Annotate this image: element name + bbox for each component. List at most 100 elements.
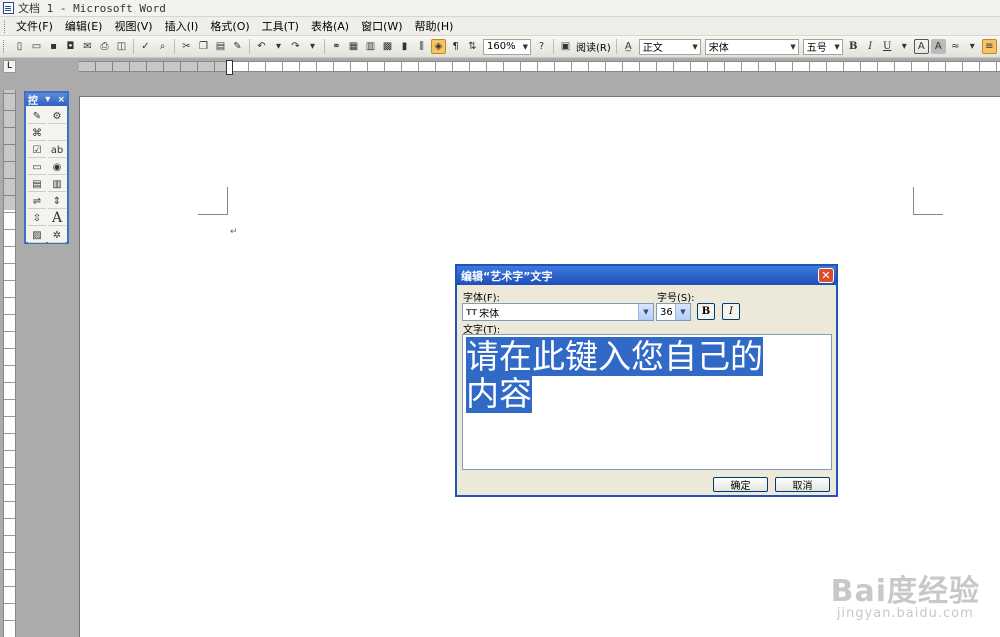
styles-formatting-icon[interactable]: A̲ <box>621 39 636 54</box>
character-shading-button[interactable]: A <box>930 39 946 54</box>
open-folder-icon[interactable]: ▭ <box>29 39 44 54</box>
chevron-down-icon: ▼ <box>790 42 796 51</box>
bold-toggle[interactable]: B <box>697 303 715 320</box>
toolbox-menu-icon[interactable]: ▾ <box>45 94 50 105</box>
spelling-icon[interactable]: ✓ <box>138 39 153 54</box>
print-icon[interactable]: ⎙ <box>97 39 112 54</box>
ruler-track[interactable] <box>79 60 1000 75</box>
design-mode-icon[interactable]: ✎ <box>28 109 46 124</box>
permission-icon[interactable]: ◘ <box>63 39 78 54</box>
help-icon[interactable]: ? <box>534 39 549 54</box>
new-document-icon[interactable]: ▯ <box>12 39 27 54</box>
redo-icon[interactable]: ↷ <box>288 39 303 54</box>
scrollbar-icon[interactable]: ⇳ <box>28 211 46 226</box>
word-document-icon[interactable] <box>3 2 14 14</box>
underline-dropdown-icon[interactable]: ▾ <box>897 39 912 54</box>
chevron-down-icon: ▼ <box>834 42 840 51</box>
more-controls-icon[interactable]: ✲ <box>48 228 66 243</box>
undo-dropdown-icon[interactable]: ▾ <box>271 39 286 54</box>
dialog-titlebar[interactable]: 编辑“艺术字”文字 ✕ <box>457 266 836 285</box>
command-button-icon[interactable]: ▭ <box>28 160 46 175</box>
save-icon[interactable]: ▪ <box>46 39 61 54</box>
menu-table[interactable]: 表格(A) <box>307 18 357 34</box>
style-select[interactable]: 正文 ▼ <box>638 38 701 55</box>
drawing-icon[interactable]: ⫼ <box>414 39 429 54</box>
combobox-icon[interactable]: ▥ <box>48 177 66 192</box>
menu-tools[interactable]: 工具(T) <box>258 18 307 34</box>
watermark-url: jingyan.baidu.com <box>836 606 974 621</box>
paste-icon[interactable]: ▤ <box>213 39 228 54</box>
email-icon[interactable]: ✉ <box>80 39 95 54</box>
paragraph-mark: ↵ <box>230 227 238 237</box>
cancel-button[interactable]: 取消 <box>775 477 830 492</box>
spin-button-icon[interactable]: ⇕ <box>48 194 66 209</box>
listbox-icon[interactable]: ▤ <box>28 177 46 192</box>
phonetic-guide-icon[interactable]: ≈ <box>948 39 963 54</box>
hyperlink-icon[interactable]: ⚭ <box>329 39 344 54</box>
menu-window[interactable]: 窗口(W) <box>357 18 410 34</box>
redo-dropdown-icon[interactable]: ▾ <box>305 39 320 54</box>
read-mode-icon[interactable]: ▣ <box>558 39 573 54</box>
separator <box>615 39 617 54</box>
document-map-icon[interactable]: ◈ <box>431 39 446 54</box>
font-size-select[interactable]: 五号 ▼ <box>802 38 843 55</box>
crop-mark-top-left <box>198 187 228 215</box>
italic-toggle[interactable]: I <box>722 303 740 320</box>
underline-button[interactable]: U <box>880 39 895 54</box>
tables-borders-icon[interactable]: ▦ <box>346 39 361 54</box>
bold-button[interactable]: B <box>846 39 861 54</box>
dialog-size-select[interactable]: 36 ▼ <box>656 303 691 321</box>
wordart-text-input[interactable]: 请在此键入您自己的 内容 <box>462 334 832 470</box>
ok-button[interactable]: 确定 <box>713 477 768 492</box>
read-mode-button[interactable]: 阅读(R) <box>574 39 613 54</box>
control-toolbox-titlebar[interactable]: 控 ▾ × <box>26 93 67 107</box>
tab-selector[interactable]: L <box>3 60 16 73</box>
research-icon[interactable]: ⌕ <box>155 39 170 54</box>
copy-icon[interactable]: ❐ <box>196 39 211 54</box>
chevron-down-icon[interactable]: ▼ <box>675 304 690 320</box>
undo-icon[interactable]: ↶ <box>254 39 269 54</box>
menu-file[interactable]: 文件(F) <box>12 18 61 34</box>
align-icon[interactable]: ≡ <box>981 39 997 54</box>
dialog-title: 编辑“艺术字”文字 <box>461 269 553 283</box>
format-painter-icon[interactable]: ✎ <box>230 39 245 54</box>
separator <box>324 39 325 54</box>
menu-edit[interactable]: 编辑(E) <box>61 18 111 34</box>
menu-insert[interactable]: 插入(I) <box>161 18 207 34</box>
zoom-select[interactable]: 160% ▼ <box>483 38 531 55</box>
character-border-button[interactable]: A <box>913 39 929 54</box>
chevron-down-icon[interactable]: ▼ <box>638 304 653 320</box>
more-icon[interactable]: ⇅ <box>465 39 480 54</box>
toggle-button-icon[interactable]: ⇌ <box>28 194 46 209</box>
menu-format[interactable]: 格式(O) <box>206 18 257 34</box>
toolbox-close-button[interactable]: × <box>57 95 65 105</box>
phonetic-dropdown-icon[interactable]: ▾ <box>965 39 980 54</box>
italic-button[interactable]: I <box>863 39 878 54</box>
menu-view[interactable]: 视图(V) <box>110 18 160 34</box>
toolbar-grip[interactable] <box>3 40 6 53</box>
label-text-button[interactable]: A <box>48 210 66 226</box>
selected-text-line-2: 内容 <box>466 374 828 413</box>
print-preview-icon[interactable]: ◫ <box>114 39 129 54</box>
properties-icon[interactable]: ⚙ <box>48 109 66 124</box>
vertical-ruler[interactable] <box>3 90 16 637</box>
font-select[interactable]: 宋体 ▼ <box>704 38 799 55</box>
insert-table-icon[interactable]: ▥ <box>363 39 378 54</box>
indent-marker[interactable] <box>226 60 233 75</box>
dialog-font-select[interactable]: TT 宋体 ▼ <box>462 303 654 321</box>
view-code-icon[interactable]: ⌘ <box>28 126 46 141</box>
cut-icon[interactable]: ✂ <box>179 39 194 54</box>
menubar-grip[interactable] <box>4 19 7 33</box>
close-icon[interactable]: ✕ <box>818 268 834 283</box>
option-button-icon[interactable]: ◉ <box>48 160 66 175</box>
selected-text-line-1: 请在此键入您自己的 <box>466 337 828 376</box>
font-value: 宋体 <box>708 43 729 54</box>
blank-icon <box>48 126 66 141</box>
menu-help[interactable]: 帮助(H) <box>411 18 462 34</box>
textbox-icon[interactable]: ab <box>48 143 66 158</box>
image-icon[interactable]: ▨ <box>28 228 46 243</box>
columns-icon[interactable]: ▮ <box>397 39 412 54</box>
checkbox-icon[interactable]: ☑ <box>28 143 46 158</box>
show-hide-icon[interactable]: ¶ <box>448 39 463 54</box>
insert-excel-icon[interactable]: ▩ <box>380 39 395 54</box>
